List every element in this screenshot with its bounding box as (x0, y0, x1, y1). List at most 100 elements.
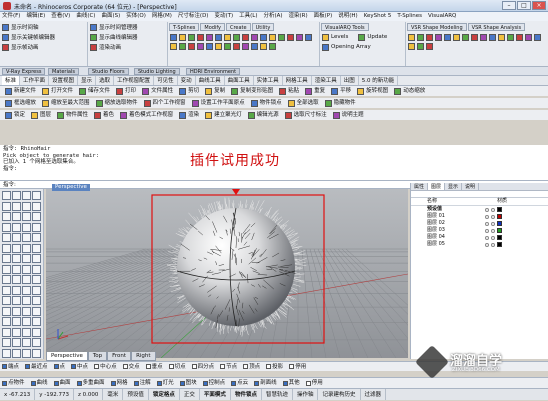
ribbon-tool-icon[interactable] (489, 34, 496, 41)
left-tool-icon[interactable] (22, 317, 31, 326)
toolbar-button[interactable]: 复制 (202, 86, 228, 96)
menu-item[interactable]: 工具(L) (239, 12, 257, 21)
left-tool-icon[interactable] (2, 349, 11, 358)
perspective-viewport[interactable] (46, 189, 408, 358)
left-tool-icon[interactable] (32, 296, 41, 305)
layer-color-swatch[interactable] (497, 242, 502, 247)
ribbon-tool-icon[interactable] (408, 43, 415, 50)
toolbar-button[interactable]: 图层 (28, 110, 54, 120)
show-frame-animation-button[interactable]: 显示帧动画 (0, 42, 87, 52)
ribbon-tool-icon[interactable] (516, 34, 523, 41)
visibility-icon[interactable] (485, 222, 489, 226)
sphere-object[interactable] (177, 208, 295, 326)
ribbon-tool-icon[interactable] (435, 34, 442, 41)
main-tab[interactable]: 曲面工具 (225, 76, 254, 85)
levels-button[interactable]: LevelsUpdate (320, 32, 405, 42)
osnap-checkbox[interactable]: 灯光 (157, 378, 180, 388)
ribbon-tool-icon[interactable] (471, 34, 478, 41)
show-timeline-button[interactable]: 显示时间轴 (0, 22, 87, 32)
toolbar-button[interactable]: 平移 (328, 86, 354, 96)
status-layer[interactable]: 预设值 (123, 389, 149, 400)
ribbon-tool-icon[interactable] (305, 34, 312, 41)
tab-vsr-shape-modeling[interactable]: VSR Shape Modeling (407, 23, 467, 31)
minimize-button[interactable]: – (502, 1, 516, 10)
main-tab[interactable]: 出图 (341, 76, 359, 85)
menu-item[interactable]: VisualARQ (428, 12, 456, 21)
tab-utility[interactable]: Utility (252, 23, 275, 31)
left-tool-icon[interactable] (2, 212, 11, 221)
left-tool-icon[interactable] (12, 349, 21, 358)
toolbar-button[interactable]: 旋转视图 (354, 86, 391, 96)
status-grid-snap[interactable]: 锁定格点 (149, 389, 180, 400)
ribbon-tool-icon[interactable] (269, 43, 276, 50)
lock-icon[interactable] (491, 222, 495, 226)
ribbon-tool-icon[interactable] (417, 43, 424, 50)
ribbon-tool-icon[interactable] (206, 34, 213, 41)
visibility-icon[interactable] (485, 229, 489, 233)
left-tool-icon[interactable] (2, 317, 11, 326)
menu-item[interactable]: 曲线(C) (76, 12, 95, 21)
ribbon-tool-icon[interactable] (444, 34, 451, 41)
tab-create[interactable]: Create (226, 23, 251, 31)
ribbon-tool-icon[interactable] (179, 34, 186, 41)
left-tool-icon[interactable] (12, 296, 21, 305)
left-tool-icon[interactable] (22, 212, 31, 221)
viewport-title[interactable]: Perspective (52, 184, 90, 191)
toolbar-button[interactable]: 隐藏物件 (322, 98, 359, 108)
toolbar-button[interactable]: 着色 (91, 110, 117, 120)
close-button[interactable]: × (532, 1, 546, 10)
osnap-checkbox[interactable]: 切点 (169, 362, 192, 371)
ribbon-tool-icon[interactable] (242, 34, 249, 41)
layer-row[interactable]: 图层 04 (411, 234, 548, 241)
layer-row[interactable]: 图层 03 (411, 227, 548, 234)
osnap-checkbox[interactable]: 网格 (111, 378, 134, 388)
menu-item[interactable]: 说明(H) (338, 12, 357, 21)
tab-studio-floors[interactable]: Studio Floors (88, 68, 129, 75)
menu-item[interactable]: 实体(O) (126, 12, 146, 21)
osnap-checkbox[interactable]: 节点 (220, 362, 243, 371)
left-tool-icon[interactable] (12, 317, 21, 326)
left-tool-icon[interactable] (12, 265, 21, 274)
left-tool-icon[interactable] (22, 349, 31, 358)
osnap-checkbox[interactable]: 最近点 (25, 362, 54, 371)
toolbar-button[interactable]: 重复 (302, 86, 328, 96)
toolbar-button[interactable]: 缩放至最大范围 (39, 98, 93, 108)
ribbon-tool-icon[interactable] (242, 43, 249, 50)
layer-row[interactable]: 图层 02 (411, 220, 548, 227)
left-tool-icon[interactable] (22, 254, 31, 263)
left-tool-icon[interactable] (32, 233, 41, 242)
main-tab[interactable]: 渲染工具 (312, 76, 341, 85)
left-tool-icon[interactable] (32, 265, 41, 274)
left-tool-icon[interactable] (22, 202, 31, 211)
menu-item[interactable]: 网格(M) (152, 12, 172, 21)
ribbon-tool-icon[interactable] (233, 34, 240, 41)
toolbar-button[interactable]: 动态缩放 (391, 86, 428, 96)
left-tool-icon[interactable] (32, 275, 41, 284)
menu-item[interactable]: 查看(V) (51, 12, 70, 21)
menu-item[interactable]: 曲面(S) (101, 12, 120, 21)
left-tool-icon[interactable] (2, 233, 11, 242)
ribbon-tool-icon[interactable] (408, 34, 415, 41)
osnap-checkbox[interactable]: 停用 (289, 362, 312, 371)
ribbon-tool-icon[interactable] (462, 34, 469, 41)
left-tool-icon[interactable] (12, 212, 21, 221)
left-tool-icon[interactable] (32, 286, 41, 295)
ribbon-tool-icon[interactable] (525, 34, 532, 41)
osnap-checkbox[interactable]: 曲面 (54, 378, 77, 388)
layer-row[interactable]: 图层 01 (411, 213, 548, 220)
ribbon-tool-icon[interactable] (197, 34, 204, 41)
layer-color-swatch[interactable] (497, 235, 502, 240)
main-tab[interactable]: 设置视图 (49, 76, 78, 85)
ribbon-tool-icon[interactable] (224, 43, 231, 50)
left-tool-icon[interactable] (2, 223, 11, 232)
left-tool-icon[interactable] (32, 307, 41, 316)
ribbon-tool-icon[interactable] (417, 34, 424, 41)
left-tool-icon[interactable] (12, 202, 21, 211)
main-tab[interactable]: 工作平面 (20, 76, 49, 85)
osnap-checkbox[interactable]: 控制点 (203, 378, 232, 388)
left-tool-icon[interactable] (12, 307, 21, 316)
left-tool-icon[interactable] (2, 296, 11, 305)
main-tab[interactable]: 选取 (96, 76, 114, 85)
toolbar-button[interactable]: 框选缩放 (2, 98, 39, 108)
left-tool-icon[interactable] (12, 286, 21, 295)
